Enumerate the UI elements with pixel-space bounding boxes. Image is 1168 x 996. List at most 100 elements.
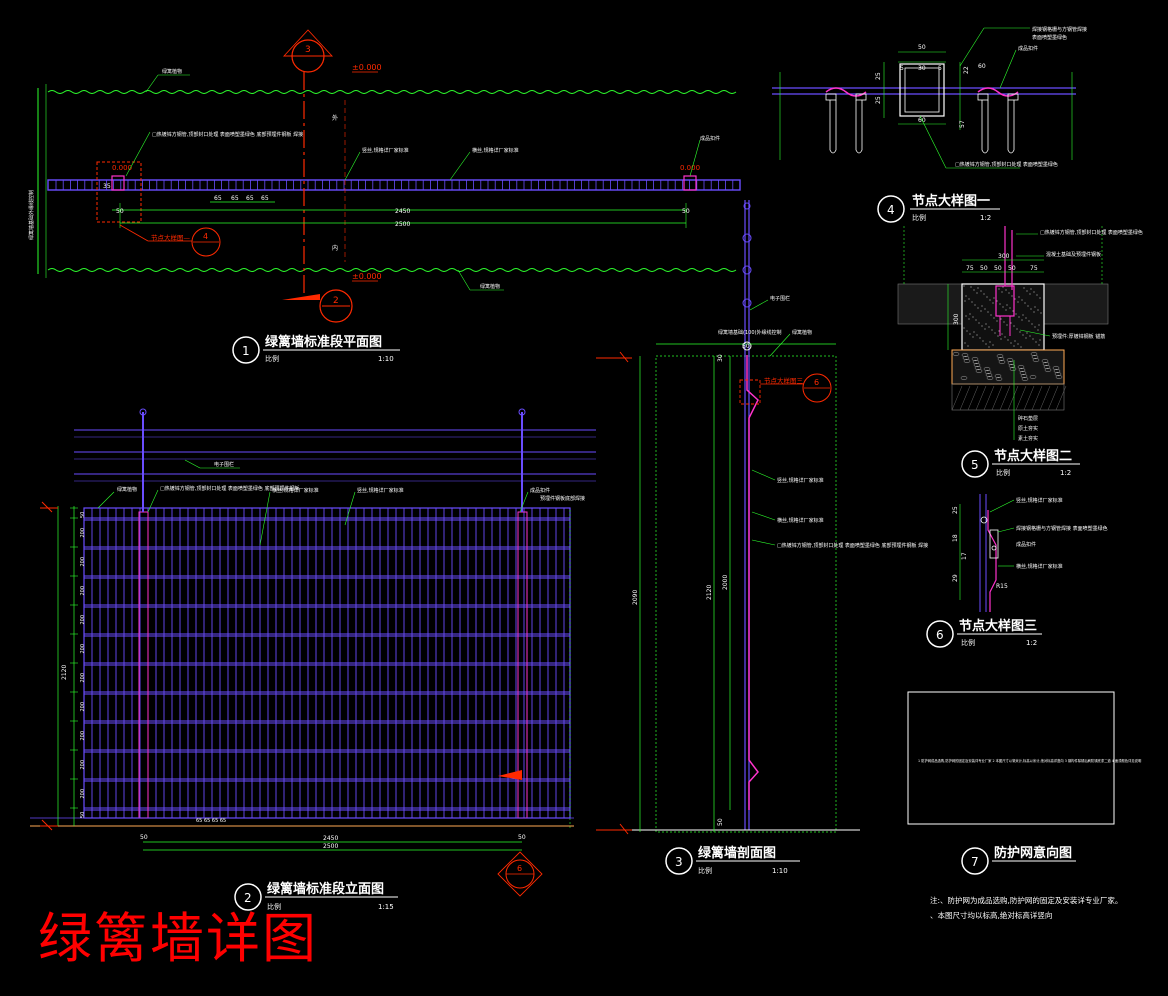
note-line-2: 、本图尺寸均以标高,绝对标高详竖向	[930, 911, 1053, 920]
node5-d-50c: 50	[1008, 265, 1016, 272]
hedge-bottom-line	[47, 268, 737, 272]
node5-leader5: 原土夯实	[1018, 425, 1038, 432]
elev-row-dim: 200	[80, 789, 86, 799]
view-1-scale-label: 比例	[265, 354, 279, 363]
view-4-scale-label: 比例	[912, 213, 926, 222]
elev-marker-num: 6	[517, 864, 522, 873]
node4-d-5b: 5	[938, 65, 942, 72]
section-leader-top1: 电子围栏	[770, 295, 790, 302]
plan-dim-65-4: 65	[261, 195, 269, 202]
section-leader-mid3: □热镀锌方钢管,顶部封口处理 表面喷塑墨绿色 底部预埋件钢板 焊接	[777, 542, 928, 549]
section-node-marker-6-num: 6	[814, 378, 819, 387]
view-6-scale: 1:2	[1026, 639, 1037, 647]
view-1-title-text: 绿篱墙标准段平面图	[265, 334, 382, 350]
plan-dim-50-left: 50	[116, 208, 124, 215]
plan-dim-65-3: 65	[246, 195, 254, 202]
section-dim-50b: 50	[717, 818, 724, 826]
node6-d-29: 29	[952, 574, 959, 582]
view-4-title-text: 节点大样图一	[912, 193, 990, 209]
elev-row-dim: 50	[80, 812, 86, 818]
plan-dim-50-right: 50	[682, 208, 690, 215]
node4-d-57: 57	[959, 120, 966, 128]
node4-leader1: 焊接钢格栅与方钢管焊接	[1032, 26, 1087, 33]
plan-leader-green-bottom: 绿篱植物	[480, 283, 500, 290]
section-marker-3: 3	[282, 29, 334, 73]
node-detail-2-view: 300 75 50 50 50 75 300 □热镀锌方钢管,顶部封口处理 表面…	[897, 226, 1143, 478]
node-detail-3-view: 25 18 17 29 R15 竖丝,规格详厂家标准 焊接钢格栅与方钢管焊接 表…	[926, 494, 1108, 648]
view-1-title: 1 绿篱墙标准段平面图 比例 1:10	[232, 334, 400, 364]
elev-row-dim: 200	[80, 702, 86, 712]
view-2-title-text: 绿篱墙标准段立面图	[267, 881, 384, 897]
view-3-num: 3	[675, 855, 683, 869]
node5-d-v: 300	[953, 313, 960, 325]
plan-label-outer: 外	[332, 114, 338, 122]
plan-leader-end: 成品扣件	[700, 135, 720, 142]
hedge-top-line	[47, 90, 737, 94]
section-view: 2090 2120 2000 50 30 50 节点大样图三 6 电子围栏 绿篱…	[596, 200, 928, 875]
section-mark-bottom-num: 2	[333, 296, 339, 306]
plan-elev-bottom: ±0.000	[352, 272, 382, 281]
view-4-num: 4	[887, 203, 895, 217]
node6-mesh-bend	[987, 510, 997, 612]
section-node-label: 节点大样图三	[764, 376, 804, 385]
view-5-scale-label: 比例	[996, 468, 1010, 477]
node4-d-22: 22	[963, 66, 970, 74]
node5-leader2: 混凝土基础及预埋件钢板	[1046, 251, 1101, 258]
node5-d-50b: 50	[994, 265, 1002, 272]
plan-dim-65-1: 65	[214, 195, 222, 202]
elev-leader-vert: 竖丝,规格详厂家标准	[357, 487, 404, 494]
view-4-scale: 1:2	[980, 214, 991, 222]
node5-concrete-footing	[961, 283, 1045, 351]
node5-gravel-bed	[951, 349, 1065, 385]
elev-dim-2500: 2500	[323, 843, 338, 850]
elev-row-dim: 200	[80, 673, 86, 683]
node-detail-1-view: 50 30 5 5 25 25 22 60 60 57 焊接钢格栅与方钢管焊接 …	[772, 26, 1087, 223]
view-3-title-text: 绿篱墙剖面图	[698, 845, 776, 861]
node5-leader1: □热镀锌方钢管,顶部封口处理 表面喷塑墨绿色	[1040, 229, 1143, 236]
node5-d-75b: 75	[1030, 265, 1038, 272]
section-hedge-outline	[655, 355, 837, 833]
node6-d-r: R15	[996, 583, 1008, 590]
view-7-num: 7	[971, 855, 979, 869]
node6-leader4: 横丝,规格详厂家标准	[1016, 563, 1063, 570]
elev-leader-clip: 成品扣件	[530, 487, 550, 494]
plan-post-right	[683, 175, 697, 191]
elev-row-dim: 200	[80, 557, 86, 567]
node4-leader3: 成品扣件	[1018, 45, 1038, 52]
section-dim-2090: 2090	[632, 590, 639, 605]
view-7-title: 7 防护网意向图	[961, 845, 1076, 875]
node6-leader3: 成品扣件	[1016, 541, 1036, 548]
node4-d-inner: 30	[918, 65, 926, 72]
plan-elev-right: 0.000	[680, 164, 700, 172]
section-leader-top2: 绿篱墙基础(100)外缘线控制	[718, 329, 781, 336]
view-6-scale-label: 比例	[961, 638, 975, 647]
elev-row-dim: 200	[80, 586, 86, 596]
view-3-title: 3 绿篱墙剖面图 比例 1:10	[665, 845, 800, 875]
elev-row-dim: 50	[80, 512, 86, 518]
elev-row-dim: 200	[80, 760, 86, 770]
node5-d-50a: 50	[980, 265, 988, 272]
node6-leader1: 竖丝,规格详厂家标准	[1016, 497, 1063, 504]
plan-leader-post: □热镀锌方钢管,顶部封口处理 表面喷塑墨绿色 底部预埋件钢板 焊接	[152, 131, 303, 138]
view-2-scale: 1:15	[378, 903, 394, 911]
intent-text: 1 防护网成品选购,防护网的固定及安装详专业厂家 2 本图尺寸以毫米计,标高以米…	[918, 758, 1142, 763]
elev-bottom-dims: 65 65 65 65	[196, 818, 226, 824]
section-marker-2: 2	[282, 289, 353, 323]
elev-leader-plate: 预埋件钢板底部焊接	[540, 495, 585, 502]
view-4-title: 4 节点大样图一 比例 1:2	[877, 193, 1000, 223]
node5-soil-right	[1043, 283, 1109, 325]
node5-leader4: 碎石垫层	[1018, 415, 1038, 422]
elev-row-dim: 200	[80, 615, 86, 625]
elev-dim-50-right: 50	[518, 834, 526, 841]
elev-row-dim: 200	[80, 644, 86, 654]
view-1-scale: 1:10	[378, 355, 394, 363]
elev-row-dim: 200	[80, 528, 86, 538]
node4-leader2: 表面喷塑墨绿色	[1032, 34, 1067, 41]
plan-node-label: 节点大样图—	[151, 233, 191, 242]
elevation-section-marker: 6	[497, 770, 543, 897]
plan-label-inner: 内	[332, 244, 338, 252]
view-5-scale: 1:2	[1060, 469, 1071, 477]
view-3-scale: 1:10	[772, 867, 788, 875]
plan-leader-green-top: 绿篱植物	[162, 68, 182, 75]
node4-d-25b: 25	[875, 96, 882, 104]
